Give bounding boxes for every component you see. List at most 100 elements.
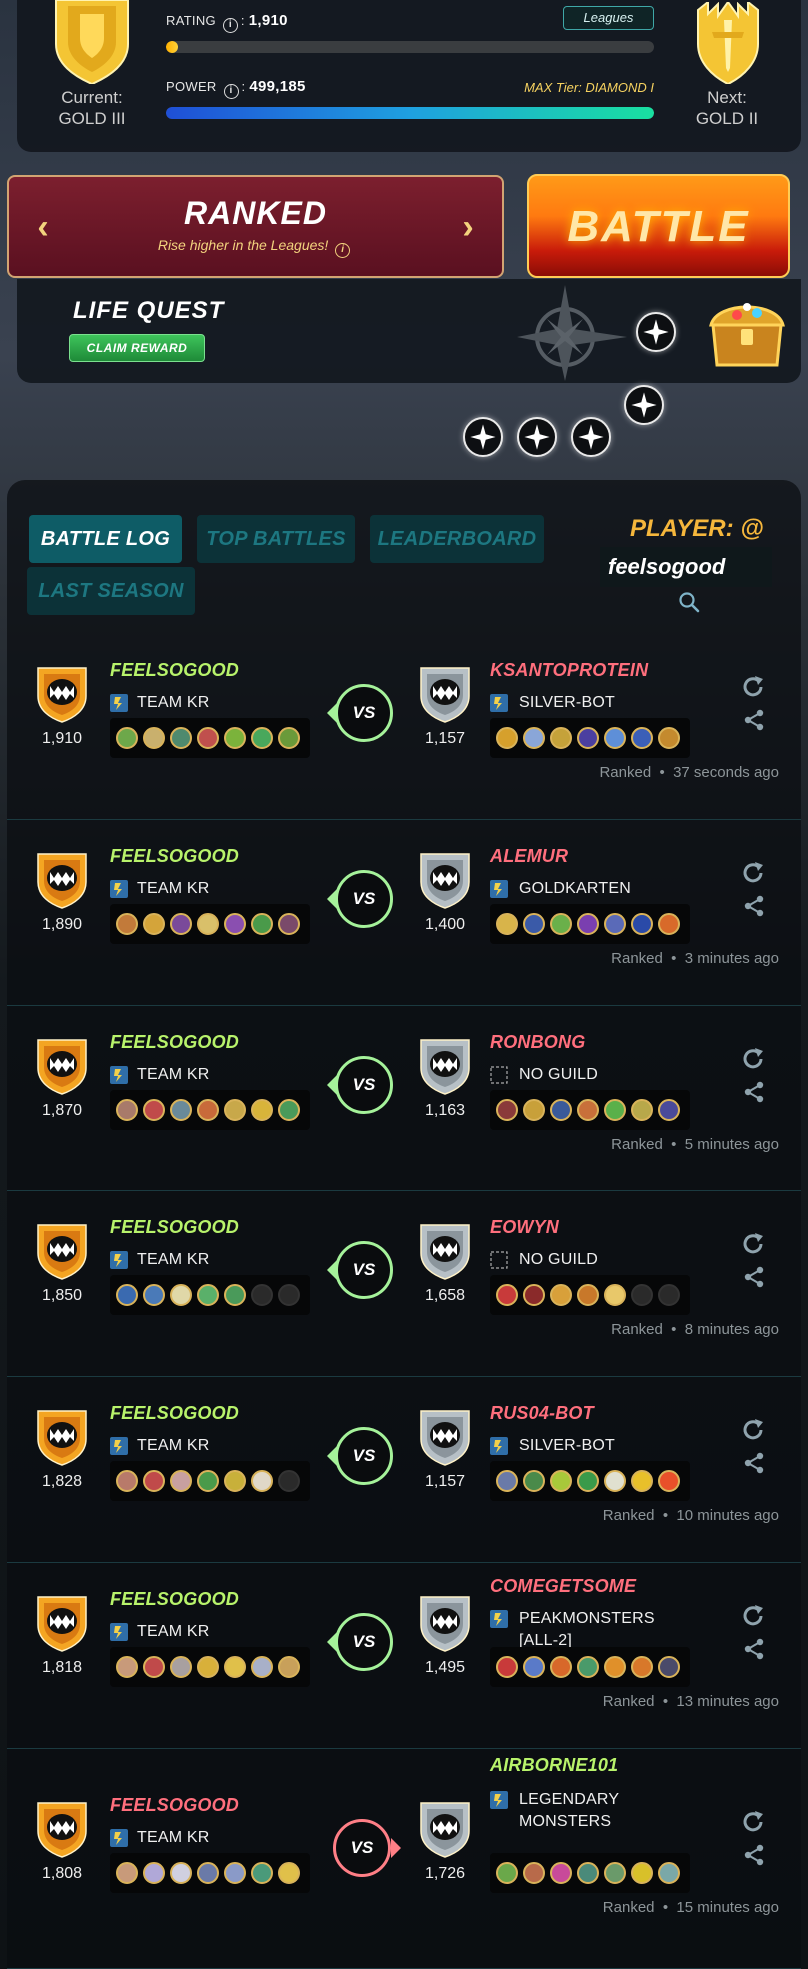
opponent-monster-icon[interactable]	[496, 1656, 518, 1678]
opponent-monster-icon[interactable]	[658, 913, 680, 935]
replay-icon[interactable]	[740, 1603, 766, 1629]
tab-battle-log[interactable]: BATTLE LOG	[29, 515, 182, 563]
player-monster-icon[interactable]	[251, 727, 273, 749]
player-monster-icon[interactable]	[197, 1284, 219, 1306]
opponent-monster-icon[interactable]	[604, 1470, 626, 1492]
opponent-monster-icon[interactable]	[604, 1862, 626, 1884]
share-icon[interactable]	[742, 1843, 766, 1867]
opponent-monster-icon[interactable]	[550, 913, 572, 935]
player-monster-icon[interactable]	[251, 1656, 273, 1678]
rating-info-icon[interactable]: i	[222, 18, 238, 33]
player-monster-icon[interactable]	[278, 913, 300, 935]
opponent-monster-icon[interactable]	[577, 1862, 599, 1884]
player-monster-icon[interactable]	[143, 1099, 165, 1121]
player-monster-icon[interactable]	[251, 1099, 273, 1121]
player-monster-icon[interactable]	[197, 1470, 219, 1492]
replay-icon[interactable]	[740, 860, 766, 886]
player-monster-icon[interactable]	[143, 1470, 165, 1492]
player-monster-icon[interactable]	[116, 727, 138, 749]
player-monster-icon[interactable]	[116, 913, 138, 935]
share-icon[interactable]	[742, 1451, 766, 1475]
player-guild[interactable]: TEAM KR	[137, 1827, 210, 1849]
opponent-monster-icon[interactable]	[550, 1862, 572, 1884]
opponent-monster-icon[interactable]	[523, 1656, 545, 1678]
share-icon[interactable]	[742, 1080, 766, 1104]
player-search-input[interactable]	[600, 547, 772, 587]
player-monster-icon[interactable]	[170, 913, 192, 935]
opponent-monster-icon[interactable]	[523, 913, 545, 935]
opponent-name[interactable]: AIRBORNE101	[490, 1755, 618, 1776]
share-icon[interactable]	[742, 1637, 766, 1661]
chevron-right-icon[interactable]: ›	[452, 207, 484, 247]
player-monster-icon[interactable]	[170, 727, 192, 749]
player-monster-icon[interactable]	[143, 727, 165, 749]
opponent-monster-icon[interactable]	[523, 727, 545, 749]
player-monster-icon[interactable]	[278, 727, 300, 749]
replay-icon[interactable]	[740, 1809, 766, 1835]
replay-icon[interactable]	[740, 1231, 766, 1257]
player-monster-icon[interactable]	[170, 1656, 192, 1678]
player-monster-icon[interactable]	[251, 1470, 273, 1492]
opponent-monster-icon[interactable]	[658, 1099, 680, 1121]
tab-last-season[interactable]: LAST SEASON	[27, 567, 195, 615]
player-name[interactable]: FEELSOGOOD	[110, 1217, 239, 1238]
opponent-guild[interactable]: NO GUILD	[519, 1249, 719, 1271]
player-monster-icon[interactable]	[116, 1284, 138, 1306]
power-info-icon[interactable]: i	[223, 84, 239, 99]
opponent-name[interactable]: RONBONG	[490, 1032, 585, 1053]
tab-leaderboard[interactable]: LEADERBOARD	[370, 515, 544, 563]
player-monster-icon[interactable]	[278, 1656, 300, 1678]
opponent-monster-icon[interactable]	[496, 1470, 518, 1492]
player-monster-icon[interactable]	[197, 1099, 219, 1121]
player-monster-icon[interactable]	[143, 1862, 165, 1884]
player-monster-icon[interactable]	[143, 1284, 165, 1306]
player-monster-icon[interactable]	[278, 1862, 300, 1884]
opponent-monster-icon[interactable]	[631, 1656, 653, 1678]
opponent-monster-icon[interactable]	[496, 1099, 518, 1121]
opponent-name[interactable]: ALEMUR	[490, 846, 568, 867]
player-monster-icon[interactable]	[116, 1862, 138, 1884]
opponent-name[interactable]: COMEGETSOME	[490, 1576, 636, 1597]
opponent-monster-icon[interactable]	[496, 1862, 518, 1884]
player-guild[interactable]: TEAM KR	[137, 692, 210, 714]
player-monster-icon[interactable]	[224, 1656, 246, 1678]
replay-icon[interactable]	[740, 1417, 766, 1443]
opponent-monster-icon[interactable]	[577, 1656, 599, 1678]
share-icon[interactable]	[742, 708, 766, 732]
player-monster-icon[interactable]	[224, 1284, 246, 1306]
opponent-monster-icon[interactable]	[631, 913, 653, 935]
opponent-monster-icon[interactable]	[550, 1470, 572, 1492]
opponent-monster-icon[interactable]	[523, 1862, 545, 1884]
player-monster-icon[interactable]	[143, 1656, 165, 1678]
opponent-monster-icon[interactable]	[523, 1099, 545, 1121]
player-monster-icon[interactable]	[197, 1656, 219, 1678]
player-name[interactable]: FEELSOGOOD	[110, 1589, 239, 1610]
opponent-monster-icon[interactable]	[658, 727, 680, 749]
player-monster-icon[interactable]	[170, 1284, 192, 1306]
leagues-button[interactable]: Leagues	[563, 6, 654, 30]
opponent-monster-icon[interactable]	[496, 1284, 518, 1306]
player-monster-icon[interactable]	[197, 1862, 219, 1884]
opponent-guild[interactable]: LEGENDARY MONSTERS	[519, 1789, 689, 1833]
player-monster-icon[interactable]	[251, 1862, 273, 1884]
player-monster-icon[interactable]	[197, 913, 219, 935]
player-monster-icon[interactable]	[170, 1470, 192, 1492]
player-guild[interactable]: TEAM KR	[137, 1064, 210, 1086]
opponent-monster-icon[interactable]	[658, 1862, 680, 1884]
ranked-mode-selector[interactable]: ‹ RANKED Rise higher in the Leagues! i ›	[7, 175, 504, 278]
opponent-monster-icon[interactable]	[577, 1470, 599, 1492]
player-name[interactable]: FEELSOGOOD	[110, 660, 239, 681]
player-monster-icon[interactable]	[170, 1099, 192, 1121]
player-monster-icon[interactable]	[251, 913, 273, 935]
opponent-monster-icon[interactable]	[631, 727, 653, 749]
opponent-monster-icon[interactable]	[577, 1099, 599, 1121]
opponent-monster-icon[interactable]	[577, 727, 599, 749]
player-monster-icon[interactable]	[116, 1656, 138, 1678]
opponent-monster-icon[interactable]	[631, 1470, 653, 1492]
opponent-monster-icon[interactable]	[604, 913, 626, 935]
opponent-guild[interactable]: GOLDKARTEN	[519, 878, 719, 900]
opponent-monster-icon[interactable]	[523, 1284, 545, 1306]
claim-reward-button[interactable]: CLAIM REWARD	[69, 334, 205, 362]
opponent-monster-icon[interactable]	[658, 1470, 680, 1492]
player-monster-icon[interactable]	[170, 1862, 192, 1884]
